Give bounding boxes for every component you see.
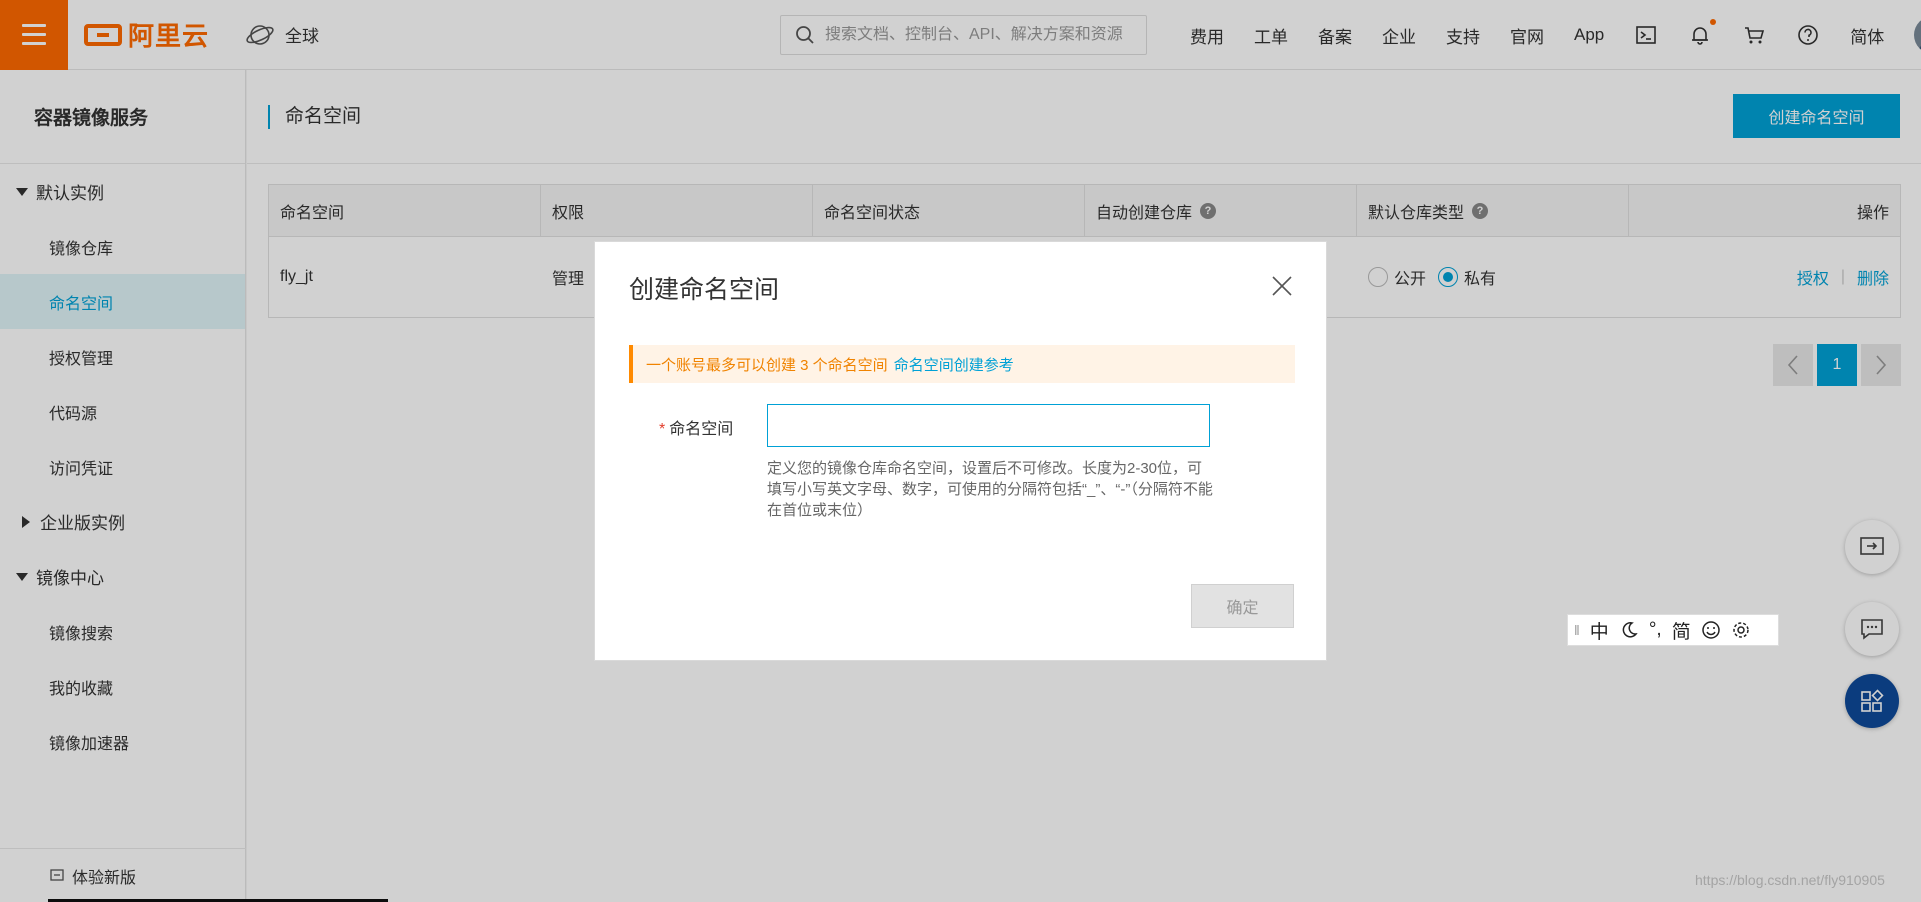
create-namespace-dialog: 创建命名空间 一个账号最多可以创建 3 个命名空间 命名空间创建参考 * 命名空间… <box>594 241 1327 661</box>
close-icon[interactable] <box>1270 274 1294 298</box>
ime-mode-chinese[interactable]: 中 <box>1590 617 1609 644</box>
smiley-icon[interactable] <box>1701 620 1721 640</box>
limit-notice: 一个账号最多可以创建 3 个命名空间 命名空间创建参考 <box>629 345 1295 383</box>
namespace-hint: 定义您的镜像仓库命名空间，设置后不可修改。长度为2-30位，可填写小写英文字母、… <box>767 460 1213 519</box>
ime-simplified[interactable]: 简 <box>1672 617 1691 644</box>
ime-toolbar: ‖ 中 °, 简 <box>1567 614 1779 646</box>
namespace-name-input[interactable] <box>767 404 1210 447</box>
gear-icon[interactable] <box>1731 620 1751 640</box>
namespace-field-label: * 命名空间 <box>659 421 734 438</box>
ime-punctuation[interactable]: °, <box>1649 619 1662 641</box>
dialog-title: 创建命名空间 <box>629 276 780 304</box>
namespace-reference-link[interactable]: 命名空间创建参考 <box>894 354 1014 375</box>
required-mark: * <box>659 421 666 438</box>
moon-icon[interactable] <box>1619 620 1639 640</box>
confirm-button[interactable]: 确定 <box>1191 584 1294 628</box>
drag-handle-icon[interactable]: ‖ <box>1574 622 1580 638</box>
notice-text: 一个账号最多可以创建 3 个命名空间 <box>646 356 888 374</box>
